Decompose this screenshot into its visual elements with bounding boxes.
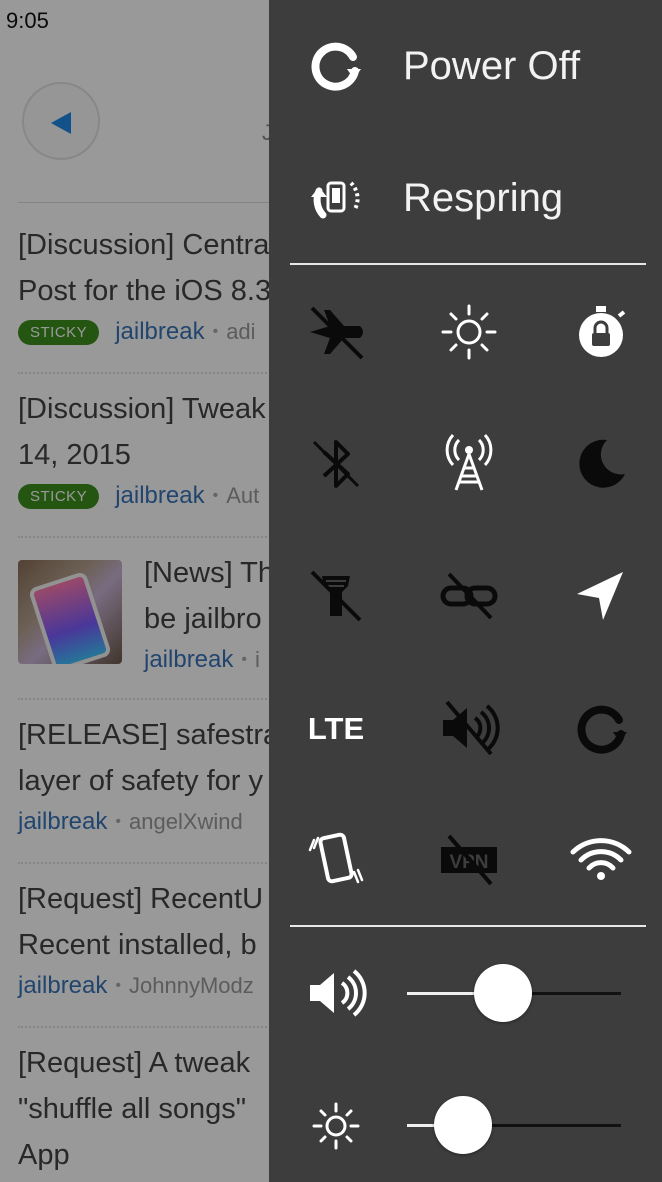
toggle-do-not-disturb[interactable] bbox=[561, 424, 641, 504]
location-arrow-icon bbox=[577, 572, 623, 620]
brightness-icon bbox=[312, 1102, 360, 1150]
toggle-auto-brightness[interactable] bbox=[429, 292, 509, 372]
speaker-mute-icon bbox=[443, 700, 500, 756]
toggle-bluetooth[interactable] bbox=[296, 424, 376, 504]
flashlight-off-icon bbox=[310, 570, 362, 622]
wifi-icon bbox=[570, 838, 632, 880]
power-refresh-icon bbox=[311, 42, 361, 91]
toggle-ringer[interactable] bbox=[429, 688, 509, 768]
link-off-icon bbox=[440, 572, 498, 620]
svg-text:LTE: LTE bbox=[308, 711, 364, 746]
respring-label: Respring bbox=[403, 175, 564, 220]
toggle-orientation[interactable] bbox=[561, 688, 641, 768]
respring-icon bbox=[311, 181, 360, 219]
brightness-slider-thumb[interactable] bbox=[433, 1096, 492, 1154]
toggle-lte[interactable]: LTE bbox=[296, 688, 376, 768]
toggle-flashlight[interactable] bbox=[296, 556, 376, 636]
bluetooth-off-icon bbox=[312, 440, 360, 488]
toggle-vibration[interactable] bbox=[296, 820, 376, 900]
lte-icon: LTE bbox=[308, 711, 364, 746]
toggle-hotspot[interactable] bbox=[429, 556, 509, 636]
toggle-location[interactable] bbox=[561, 556, 641, 636]
brightness-slider[interactable] bbox=[407, 1095, 621, 1155]
vibrate-icon bbox=[308, 832, 364, 884]
lock-timer-icon bbox=[579, 306, 626, 357]
panel-divider bbox=[290, 925, 646, 927]
toggle-rotation-lock[interactable] bbox=[561, 292, 641, 372]
toggle-vpn[interactable]: VPN bbox=[429, 820, 509, 900]
airplane-off-icon bbox=[310, 306, 364, 360]
moon-icon bbox=[579, 439, 625, 488]
toggle-airplane-mode[interactable] bbox=[296, 292, 376, 372]
sun-icon bbox=[441, 304, 497, 360]
cell-tower-icon bbox=[445, 433, 493, 491]
panel-divider bbox=[290, 263, 646, 265]
toggle-wifi[interactable] bbox=[561, 820, 641, 900]
rotate-icon bbox=[577, 705, 627, 754]
volume-slider[interactable] bbox=[407, 963, 621, 1023]
volume-slider-thumb[interactable] bbox=[474, 964, 533, 1022]
toggle-cellular-data[interactable] bbox=[429, 424, 509, 504]
vpn-off-icon: VPN bbox=[441, 834, 497, 886]
respring-button[interactable]: Respring bbox=[269, 158, 662, 238]
svg-text:VPN: VPN bbox=[449, 852, 488, 873]
power-off-label: Power Off bbox=[403, 43, 581, 88]
power-off-button[interactable]: Power Off bbox=[269, 26, 662, 106]
volume-icon bbox=[310, 969, 367, 1017]
control-panel: Power Off Respring LTE VPN bbox=[269, 0, 662, 1182]
